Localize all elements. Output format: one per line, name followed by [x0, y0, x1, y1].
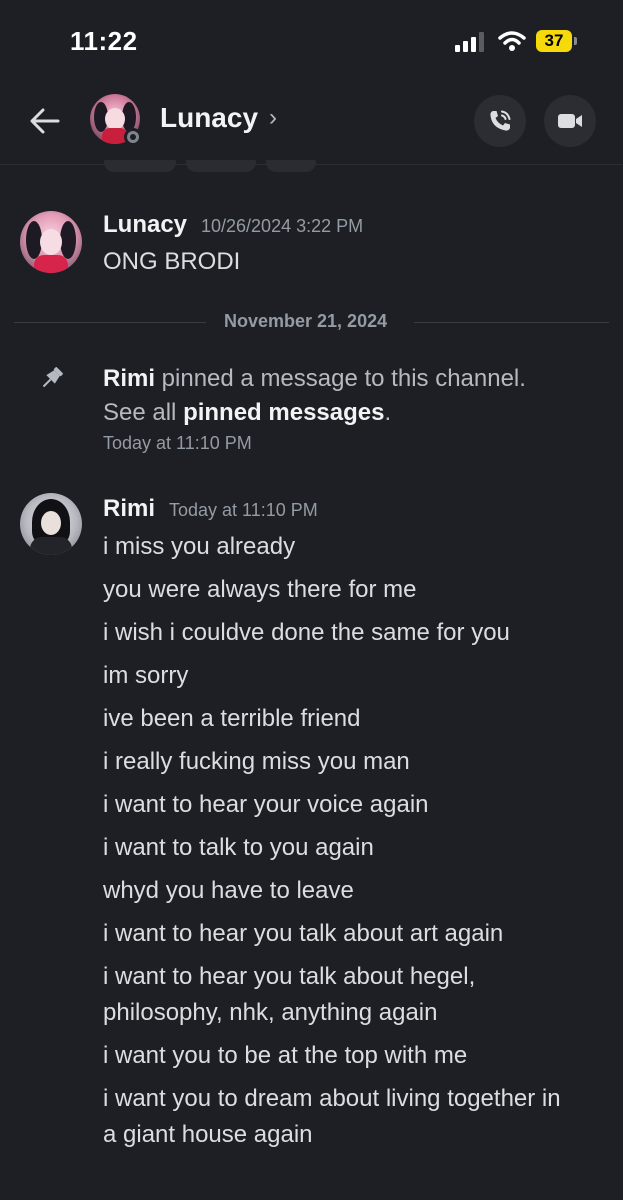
- pinned-prefix: See all: [103, 399, 184, 426]
- status-bar: 11:22 37: [0, 0, 623, 80]
- pin-icon: [42, 367, 63, 388]
- arrow-left-icon[interactable]: [28, 104, 62, 138]
- message-text: i miss you already: [103, 533, 296, 560]
- message-text: i want to talk to you again: [103, 834, 374, 861]
- message-text: i wish i couldve done the same for you: [103, 619, 510, 646]
- message-text: i want to hear you talk about art again: [103, 920, 504, 947]
- status-indicator: [124, 128, 142, 146]
- video-camera-icon: [558, 114, 582, 128]
- cellular-signal-icon: [455, 32, 484, 52]
- message-text: whyd you have to leave: [103, 877, 354, 904]
- battery-icon: 37: [536, 30, 578, 52]
- chevron-right-icon[interactable]: ›: [269, 104, 277, 132]
- message-text: you were always there for me: [103, 576, 417, 603]
- chat-header: Lunacy ›: [0, 80, 623, 165]
- video-call-button[interactable]: [544, 95, 596, 147]
- message-author[interactable]: Lunacy: [103, 211, 187, 239]
- pinned-timestamp: Today at 11:10 PM: [103, 433, 252, 453]
- avatar[interactable]: [20, 211, 82, 273]
- message-text: ive been a terrible friend: [103, 705, 361, 732]
- message-author[interactable]: Rimi: [103, 495, 155, 523]
- message-text: i want to hear your voice again: [103, 791, 429, 818]
- pinned-link-line: See all pinned messages.: [103, 399, 391, 427]
- message-text: ONG BRODI: [103, 248, 241, 275]
- phone-icon: [490, 110, 511, 131]
- date-divider: November 21, 2024: [224, 311, 388, 331]
- reaction-chip[interactable]: [104, 160, 176, 172]
- avatar[interactable]: [20, 493, 82, 555]
- status-time: 11:22: [70, 26, 138, 56]
- reaction-chip[interactable]: [186, 160, 256, 172]
- message-text: i want to hear you talk about hegel,: [103, 963, 476, 990]
- pinned-actor[interactable]: Rimi: [103, 365, 155, 392]
- divider: [14, 322, 206, 323]
- message-text: i want you to be at the top with me: [103, 1042, 468, 1069]
- pinned-suffix: .: [384, 399, 392, 426]
- pinned-messages-link[interactable]: pinned messages: [183, 399, 384, 426]
- channel-name[interactable]: Lunacy: [160, 102, 258, 134]
- battery-tip: [574, 37, 577, 45]
- message-text: im sorry: [103, 662, 189, 689]
- reaction-chip[interactable]: [266, 160, 316, 172]
- battery-level: 37: [536, 30, 572, 52]
- message-timestamp: Today at 11:10 PM: [169, 500, 318, 520]
- message-text: i want you to dream about living togethe…: [103, 1085, 561, 1112]
- divider: [414, 322, 609, 323]
- pinned-action: pinned a message to this channel.: [155, 365, 526, 392]
- message-text: a giant house again: [103, 1121, 313, 1148]
- pinned-notice: Rimi pinned a message to this channel.: [103, 365, 526, 393]
- wifi-icon: [498, 31, 526, 51]
- voice-call-button[interactable]: [474, 95, 526, 147]
- message-text: i really fucking miss you man: [103, 748, 410, 775]
- message-text: philosophy, nhk, anything again: [103, 999, 438, 1026]
- message-timestamp: 10/26/2024 3:22 PM: [201, 216, 364, 236]
